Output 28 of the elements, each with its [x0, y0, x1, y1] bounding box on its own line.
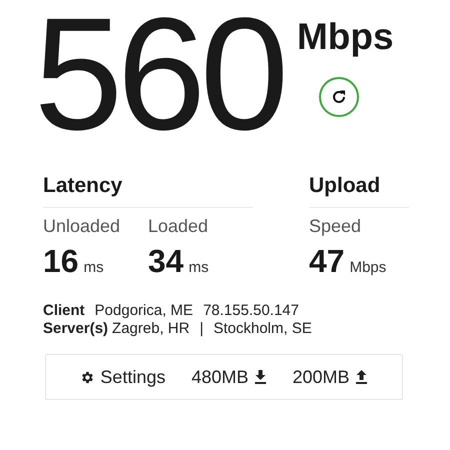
client-ip: 78.155.50.147 — [203, 302, 299, 320]
client-label: Client — [43, 302, 85, 320]
refresh-icon — [331, 89, 348, 105]
data-usage-button[interactable]: 200MB — [292, 366, 368, 388]
download-icon — [254, 370, 267, 384]
speed-unit: Mbps — [296, 18, 394, 55]
section-heading: Latency — [43, 174, 253, 208]
data-usage-button[interactable]: 480MB — [191, 366, 267, 388]
refresh-button[interactable] — [319, 77, 360, 117]
settings-button[interactable]: Settings — [80, 366, 166, 388]
client-location: Podgorica, ME — [94, 302, 194, 320]
gear-icon — [80, 370, 96, 384]
section-heading: Upload — [309, 174, 409, 208]
metric-unit: Mbps — [350, 259, 386, 276]
server-location: Stockholm, SE — [213, 320, 312, 338]
servers-label: Server(s) — [43, 320, 108, 338]
metric-value: 34 — [148, 243, 184, 280]
separator: | — [200, 320, 204, 338]
server-location: Zagreb, HR — [112, 320, 190, 338]
metric-label: Unloaded — [43, 216, 122, 237]
metric-unit: ms — [188, 259, 209, 276]
metric-value: 16 — [43, 243, 79, 280]
metric-unit: ms — [84, 259, 104, 276]
metric-label: Speed — [309, 216, 362, 237]
speed-value: 560 — [34, 0, 283, 154]
upload-icon — [354, 370, 368, 384]
metric-value: 47 — [309, 243, 345, 280]
metric-label: Loaded — [148, 216, 210, 237]
